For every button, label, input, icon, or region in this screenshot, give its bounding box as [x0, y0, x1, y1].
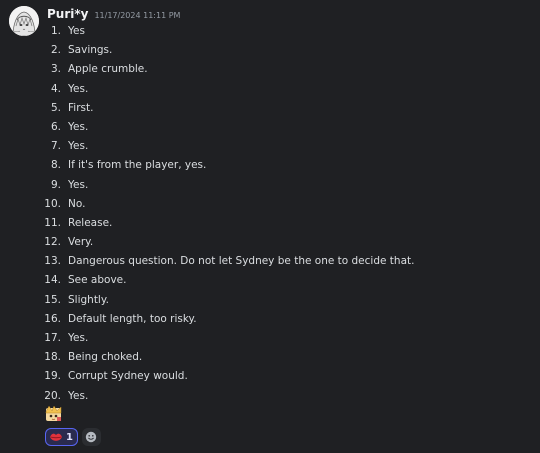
list-item-text: Yes. [68, 178, 89, 191]
emote-sticker-icon[interactable] [45, 405, 62, 422]
list-item-text: Dangerous question. Do not let Sydney be… [68, 255, 415, 268]
list-item-text: Apple crumble. [68, 63, 148, 76]
list-item-text: First. [68, 101, 94, 114]
list-item-number: 6. [50, 120, 61, 133]
add-reaction-button[interactable] [81, 428, 101, 446]
list-item: 6. Yes. [0, 118, 540, 137]
list-item-number: 19. [44, 370, 61, 383]
list-item-text: Savings. [68, 44, 113, 57]
list-item-number: 16. [44, 312, 61, 325]
message-header: Puri*y 11/17/2024 11:11 PM [47, 7, 180, 23]
list-item: 1. Yes [0, 22, 540, 41]
list-item: 13. Dangerous question. Do not let Sydney… [0, 252, 540, 271]
list-item: 4. Yes. [0, 80, 540, 99]
list-item-number: 20. [44, 389, 61, 402]
list-item-text: Very. [68, 236, 94, 249]
timestamp: 11/17/2024 11:11 PM [94, 11, 181, 20]
list-item-text: Default length, too risky. [68, 312, 197, 325]
list-item-text: Being choked. [68, 351, 143, 364]
list-item: 3. Apple crumble. [0, 60, 540, 79]
add-reaction-smiley-icon [86, 431, 97, 443]
numbered-list: 1. Yes 2. Savings. 3. Apple crumble. 4. Yes.… [0, 22, 540, 406]
list-item-text: If it's from the player, yes. [68, 159, 207, 172]
list-item-text: Yes. [68, 120, 89, 133]
reactions-bar: 1 [45, 428, 101, 446]
list-item-text: See above. [68, 274, 127, 287]
username[interactable]: Puri*y [47, 7, 88, 21]
list-item-text: Yes. [68, 140, 89, 153]
list-item-number: 2. [50, 44, 61, 57]
lips-emoji-icon [50, 433, 62, 441]
list-item: 18. Being choked. [0, 348, 540, 367]
list-item: 2. Savings. [0, 41, 540, 60]
list-item-text: Slightly. [68, 293, 109, 306]
list-item-number: 14. [44, 274, 61, 287]
chat-message: Puri*y 11/17/2024 11:11 PM 1. Yes 2. Savin… [0, 0, 540, 453]
list-item-number: 12. [44, 236, 61, 249]
list-item-number: 7. [50, 140, 61, 153]
list-item: 9. Yes. [0, 176, 540, 195]
list-item-number: 4. [50, 82, 61, 95]
list-item-number: 10. [44, 197, 61, 210]
reaction-button[interactable]: 1 [45, 428, 78, 446]
list-item: 16. Default length, too risky. [0, 310, 540, 329]
list-item: 14. See above. [0, 271, 540, 290]
list-item: 5. First. [0, 99, 540, 118]
list-item: 8. If it's from the player, yes. [0, 156, 540, 175]
list-item: 19. Corrupt Sydney would. [0, 367, 540, 386]
list-item-text: Yes. [68, 332, 89, 344]
list-item-text: Yes. [68, 389, 89, 402]
list-item-number: 13. [44, 255, 61, 268]
list-item-number: 1. [50, 25, 61, 37]
list-item-number: 15. [44, 293, 61, 306]
list-item: 20. Yes. [0, 387, 540, 406]
list-item-text: Release. [68, 216, 113, 229]
list-item-number: 5. [50, 101, 61, 114]
list-item-text: Corrupt Sydney would. [68, 370, 188, 383]
list-item-number: 8. [50, 159, 61, 172]
list-item: 7. Yes. [0, 137, 540, 156]
list-item: 12. Very. [0, 233, 540, 252]
list-item-number: 3. [50, 63, 61, 76]
list-item-number: 18. [44, 351, 61, 364]
list-item: 10. No. [0, 195, 540, 214]
list-item-number: 11. [44, 216, 61, 229]
list-item-text: Yes. [68, 82, 89, 95]
list-item-text: No. [68, 197, 86, 210]
list-item-number: 9. [50, 178, 61, 191]
list-item-text: Yes [68, 25, 85, 37]
reaction-count: 1 [66, 431, 73, 443]
list-item: 17. Yes. [0, 329, 540, 348]
list-item: 15. Slightly. [0, 291, 540, 310]
list-item: 11. Release. [0, 214, 540, 233]
list-item-number: 17. [44, 332, 61, 344]
